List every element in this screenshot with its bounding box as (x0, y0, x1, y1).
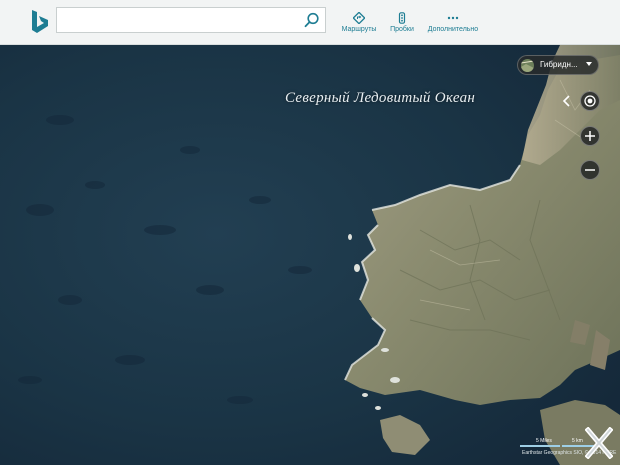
zoom-in-button[interactable] (580, 126, 600, 146)
plus-icon (585, 131, 595, 141)
layer-thumbnail-icon (521, 60, 534, 72)
ocean-label: Северный Ледовитый Океан (285, 90, 476, 106)
search-box (56, 7, 326, 33)
satellite-imagery (0, 45, 620, 465)
more-dots-icon (447, 16, 459, 20)
scale-bar-miles (520, 445, 560, 447)
chevron-down-icon (586, 62, 592, 66)
locate-me-button[interactable] (580, 91, 600, 111)
routes-label: Маршруты (341, 26, 377, 33)
scale-miles-label: 5 Miles (536, 438, 552, 444)
traffic-light-icon (398, 12, 406, 24)
zoom-out-button[interactable] (580, 160, 600, 180)
more-button[interactable]: Дополнительно (424, 12, 482, 33)
routes-button[interactable]: Маршруты (338, 12, 380, 33)
chevron-left-icon[interactable] (561, 94, 573, 108)
top-bar: Маршруты Пробки Дополнительно (0, 0, 620, 45)
close-icon[interactable] (585, 427, 613, 459)
search-icon[interactable] (303, 11, 321, 29)
traffic-button[interactable]: Пробки (386, 12, 418, 33)
map-style-label: Гибридн... (540, 60, 578, 69)
map-canvas[interactable]: Северный Ледовитый Океан (0, 45, 620, 465)
minus-icon (585, 169, 595, 171)
search-input[interactable] (63, 11, 305, 31)
directions-icon (353, 12, 365, 24)
bing-logo-icon[interactable] (29, 9, 51, 35)
locate-me-icon (584, 95, 596, 107)
map-style-selector[interactable]: Гибридн... (517, 55, 599, 75)
scale-km-label: 5 km (572, 438, 583, 444)
traffic-label: Пробки (390, 26, 414, 33)
map-style-thumbnail (521, 59, 534, 72)
more-label: Дополнительно (427, 26, 479, 33)
